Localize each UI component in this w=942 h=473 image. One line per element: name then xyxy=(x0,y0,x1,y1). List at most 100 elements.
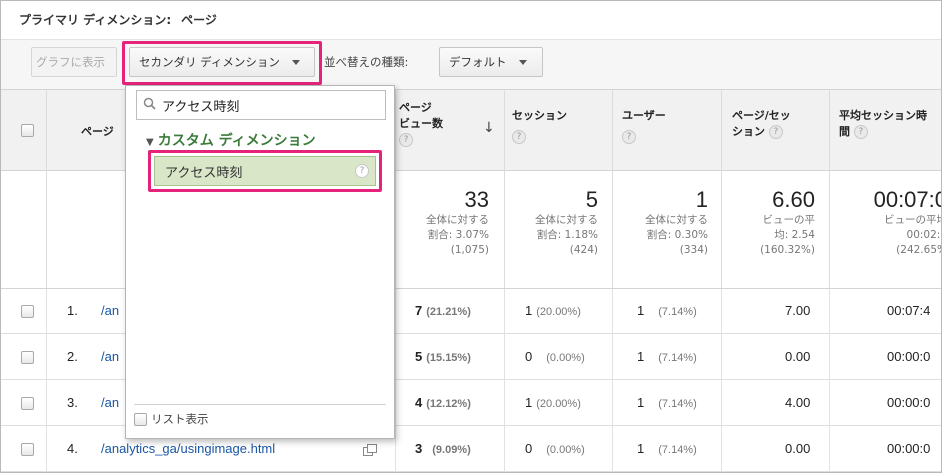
sessions-pct: (20.00%) xyxy=(536,398,581,410)
secondary-dimension-dropdown: アクセス時刻 ▼ カスタム ディメンション アクセス時刻 ? リスト表示 xyxy=(125,85,395,439)
header-duration-line1: 平均セッション時 xyxy=(839,109,927,122)
list-view-label: リスト表示 xyxy=(151,412,209,426)
plot-rows-button[interactable]: グラフに表示 xyxy=(31,47,117,77)
help-icon[interactable]: ? xyxy=(399,133,413,147)
total-sessions: 5 全体に対する 割合: 1.18% (424) xyxy=(504,187,598,258)
page-link[interactable]: /analytics_ga/usingimage.html xyxy=(101,441,275,456)
total-value: 5 xyxy=(585,187,598,212)
category-custom-dimension[interactable]: ▼ カスタム ディメンション xyxy=(146,130,316,150)
row-checkbox[interactable] xyxy=(21,443,34,456)
column-divider xyxy=(612,90,613,170)
column-divider xyxy=(721,90,722,170)
pageviews-value: 7 xyxy=(415,303,423,318)
total-value: 1 xyxy=(695,187,708,212)
header-duration-line2: 間 xyxy=(839,125,850,138)
users-pct: (7.14%) xyxy=(658,306,697,318)
total-note: ビューの平 xyxy=(762,214,816,226)
collapse-triangle-icon: ▼ xyxy=(146,137,154,148)
header-users-label: ユーザー xyxy=(622,109,666,122)
total-note: 割合: 1.18% xyxy=(536,229,598,241)
header-pages-per-session[interactable]: ページ/セッ ション ? xyxy=(732,108,791,140)
header-sessions[interactable]: セッション ? xyxy=(512,108,567,144)
row-checkbox[interactable] xyxy=(21,351,34,364)
list-view-toggle[interactable]: リスト表示 xyxy=(134,404,386,427)
total-note: ビューの平均 xyxy=(884,214,942,226)
total-avg-duration: 00:07:0 ビューの平均 00:02:0 (242.65% xyxy=(829,187,942,258)
total-note: 均: 2.54 xyxy=(774,229,815,241)
page-link[interactable]: /an xyxy=(101,303,119,318)
header-pageviews-line2: ビュー数 xyxy=(399,117,443,130)
column-divider xyxy=(612,289,613,472)
total-note: 全体に対する xyxy=(426,214,489,226)
total-pages-per-session: 6.60 ビューの平 均: 2.54 (160.32%) xyxy=(721,187,815,258)
chevron-down-icon xyxy=(518,59,527,65)
header-avg-duration[interactable]: 平均セッション時 間 ? xyxy=(839,108,941,140)
select-all-checkbox[interactable] xyxy=(21,124,34,137)
total-note: 割合: 0.30% xyxy=(646,229,708,241)
total-note: 00:02:0 xyxy=(906,229,941,241)
total-note: (424) xyxy=(569,244,598,256)
avg-duration-value: 00:00:0 xyxy=(887,395,931,410)
pageviews-pct: (15.15%) xyxy=(426,352,471,364)
search-icon xyxy=(143,97,162,114)
pages-per-session-value: 0.00 xyxy=(785,349,811,364)
row-checkbox[interactable] xyxy=(21,397,34,410)
sessions-value: 1 xyxy=(525,395,533,410)
column-divider xyxy=(395,289,396,472)
header-pps-line1: ページ/セッ xyxy=(732,109,791,122)
users-value: 1 xyxy=(637,303,645,318)
column-divider xyxy=(46,289,47,472)
column-divider xyxy=(829,289,830,472)
total-note: 全体に対する xyxy=(535,214,598,226)
plot-rows-label: グラフに表示 xyxy=(36,55,105,69)
pageviews-pct: (12.12%) xyxy=(426,398,471,410)
primary-dimension-value[interactable]: ページ xyxy=(181,13,217,27)
total-users: 1 全体に対する 割合: 0.30% (334) xyxy=(612,187,708,258)
total-note: (160.32%) xyxy=(760,244,815,256)
users-pct: (7.14%) xyxy=(658,352,697,364)
users-pct: (7.14%) xyxy=(658,444,697,456)
help-icon[interactable]: ? xyxy=(512,130,526,144)
category-label: カスタム ディメンション xyxy=(157,133,316,149)
sessions-pct: (0.00%) xyxy=(546,352,585,364)
header-pageviews[interactable]: ページ ビュー数 ? xyxy=(399,100,443,148)
primary-dimension-label: プライマリ ディメンション: xyxy=(19,13,172,27)
header-page[interactable]: ページ xyxy=(81,124,114,140)
avg-duration-value: 00:00:0 xyxy=(887,349,931,364)
pageviews-pct: (9.09%) xyxy=(432,444,471,456)
help-icon[interactable]: ? xyxy=(768,125,783,139)
header-sessions-label: セッション xyxy=(512,109,567,122)
total-note: 全体に対する xyxy=(645,214,708,226)
dimension-search-input[interactable]: アクセス時刻 xyxy=(136,90,386,120)
sort-down-arrow-icon[interactable]: ↓ xyxy=(483,120,495,136)
page-link[interactable]: /an xyxy=(101,395,119,410)
help-icon[interactable]: ? xyxy=(853,125,868,139)
total-value: 6.60 xyxy=(772,187,815,212)
row-number: 1. xyxy=(67,303,78,318)
sessions-value: 0 xyxy=(525,441,533,456)
total-value: 00:07:0 xyxy=(873,187,942,212)
pages-per-session-value: 0.00 xyxy=(785,441,811,456)
total-pageviews: 33 全体に対する 割合: 3.07% (1,075) xyxy=(395,187,489,258)
header-users[interactable]: ユーザー ? xyxy=(622,108,666,144)
table-toolbar: グラフに表示 セカンダリ ディメンション 並べ替えの種類: デフォルト xyxy=(1,39,941,89)
pages-per-session-value: 4.00 xyxy=(785,395,811,410)
avg-duration-value: 00:07:4 xyxy=(887,303,931,318)
open-page-icon[interactable] xyxy=(363,442,377,461)
row-number: 3. xyxy=(67,395,78,410)
highlight-option xyxy=(148,150,382,192)
list-view-checkbox[interactable] xyxy=(134,412,147,426)
help-icon[interactable]: ? xyxy=(622,130,636,144)
column-divider xyxy=(504,289,505,472)
column-divider xyxy=(46,90,47,170)
page-link[interactable]: /an xyxy=(101,349,119,364)
column-divider xyxy=(721,289,722,472)
total-note: (334) xyxy=(679,244,708,256)
total-note: (1,075) xyxy=(450,244,489,256)
pageviews-value: 4 xyxy=(415,395,423,410)
sessions-pct: (20.00%) xyxy=(536,306,581,318)
pages-per-session-value: 7.00 xyxy=(785,303,811,318)
sort-type-select[interactable]: デフォルト xyxy=(439,47,543,77)
row-checkbox[interactable] xyxy=(21,305,34,318)
header-pps-line2: ション xyxy=(732,125,765,138)
